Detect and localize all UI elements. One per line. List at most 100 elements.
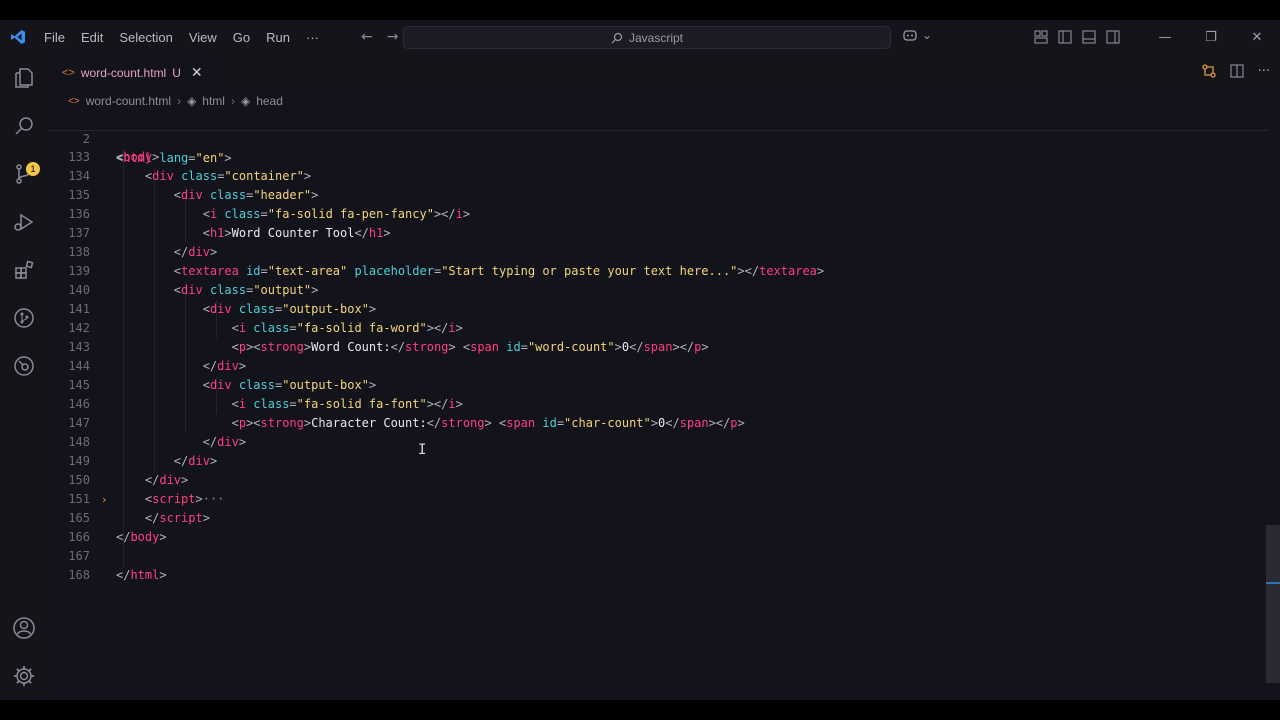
line-number: 147 (68, 416, 90, 430)
bottom-letterbox (0, 700, 1280, 720)
code-line[interactable]: 148 </div> (48, 433, 1268, 452)
menu-edit[interactable]: Edit (73, 30, 111, 45)
line-number: 149 (68, 454, 90, 468)
menu-run[interactable]: Run (258, 30, 298, 45)
fold-chevron-icon[interactable]: › (101, 490, 108, 509)
line-number: 139 (68, 264, 90, 278)
code-line[interactable]: 149 </div> (48, 452, 1268, 471)
menu-file[interactable]: File (36, 30, 73, 45)
menu-more[interactable]: ··· (298, 30, 327, 45)
code-text: <script>··· (144, 492, 225, 506)
more-actions-icon[interactable]: ··· (1258, 64, 1270, 79)
editor-area: <> word-count.html U ✕ ··· <> word-count… (48, 54, 1280, 700)
code-text: </div> (202, 359, 247, 373)
code-editor[interactable]: 2 <html lang="en"> 133 <body> 134 <div cla… (48, 111, 1268, 671)
code-text: <p><strong>Character Count:</strong> <sp… (231, 416, 745, 430)
minimize-icon[interactable]: — (1142, 30, 1188, 45)
toggle-secondary-sidebar-icon[interactable] (1106, 30, 1120, 44)
line-number: 166 (68, 530, 90, 544)
line-number: 135 (68, 188, 90, 202)
back-arrow-icon[interactable]: ← (361, 29, 373, 45)
vertical-scrollbar[interactable] (1266, 112, 1280, 700)
code-line[interactable]: 147 <p><strong>Character Count:</strong>… (48, 414, 1268, 433)
element-icon: ◈ (240, 94, 251, 108)
line-number: 165 (68, 511, 90, 525)
close-window-icon[interactable]: ✕ (1234, 30, 1280, 45)
line-number: 137 (68, 226, 90, 240)
code-text: </script> (144, 511, 210, 525)
code-text: </div> (173, 454, 218, 468)
open-changes-icon[interactable] (1201, 64, 1216, 78)
search-activity-icon[interactable] (0, 106, 48, 146)
code-line[interactable]: 143 <p><strong>Word Count:</strong> <spa… (48, 338, 1268, 357)
breadcrumb-head[interactable]: head (256, 94, 283, 108)
code-line[interactable]: 141 <div class="output-box"> (48, 300, 1268, 319)
code-line[interactable]: 166 </body> (48, 528, 1268, 547)
code-text: <div class="output-box"> (202, 302, 377, 316)
copilot-button[interactable]: ⌄ (902, 28, 932, 42)
customize-layout-icon[interactable] (1034, 30, 1048, 44)
command-center-text: Javascript (628, 30, 684, 45)
menu-go[interactable]: Go (225, 30, 258, 45)
breadcrumb-separator-icon: › (177, 94, 182, 108)
scrollbar-thumb[interactable] (1266, 525, 1280, 683)
split-editor-icon[interactable] (1230, 64, 1244, 78)
breadcrumb-separator-icon: › (230, 94, 235, 108)
code-line[interactable]: 139 <textarea id="text-area" placeholder… (48, 262, 1268, 281)
remote-explorer-icon[interactable] (0, 346, 48, 386)
code-line[interactable]: 146 <i class="fa-solid fa-font"></i> (48, 395, 1268, 414)
code-text: <div class="output"> (173, 283, 319, 297)
code-line[interactable]: 168 </html> (48, 566, 1268, 585)
line-number: 143 (68, 340, 90, 354)
line-number: 145 (68, 378, 90, 392)
account-icon[interactable] (0, 608, 48, 648)
code-text: <body> (116, 150, 160, 164)
code-line[interactable]: 144 </div> (48, 357, 1268, 376)
code-text: </div> (144, 473, 189, 487)
breadcrumb-html[interactable]: html (202, 94, 225, 108)
code-line[interactable]: 150 </div> (48, 471, 1268, 490)
code-text: </div> (173, 245, 218, 259)
code-line[interactable]: 151 › <script>··· (48, 490, 1268, 509)
toggle-panel-icon[interactable] (1082, 30, 1096, 44)
code-line[interactable]: 135 <div class="header"> (48, 186, 1268, 205)
html-file-icon: <> (62, 66, 75, 79)
menu-selection[interactable]: Selection (111, 30, 180, 45)
tab-word-count-html[interactable]: <> word-count.html U ✕ (48, 54, 218, 91)
line-number: 167 (68, 549, 90, 563)
code-line[interactable]: 167 (48, 547, 1268, 566)
code-text: <i class="fa-solid fa-word"></i> (231, 321, 463, 335)
source-control-icon[interactable]: 1 (0, 154, 48, 194)
restore-icon[interactable]: ❐ (1188, 30, 1234, 45)
tab-close-icon[interactable]: ✕ (191, 64, 203, 81)
code-line[interactable]: 140 <div class="output"> (48, 281, 1268, 300)
code-line[interactable]: 138 </div> (48, 243, 1268, 262)
line-number: 140 (68, 283, 90, 297)
explorer-icon[interactable] (0, 58, 48, 98)
scrollbar-cursor-marker (1266, 582, 1280, 584)
code-line[interactable]: 145 <div class="output-box"> (48, 376, 1268, 395)
code-text: <textarea id="text-area" placeholder="St… (173, 264, 825, 278)
chevron-down-icon: ⌄ (922, 28, 933, 42)
menu-view[interactable]: View (181, 30, 225, 45)
code-text: <i class="fa-solid fa-pen-fancy"></i> (202, 207, 471, 221)
line-number: 148 (68, 435, 90, 449)
code-line[interactable]: 137 <h1>Word Counter Tool</h1> (48, 224, 1268, 243)
run-debug-icon[interactable] (0, 202, 48, 242)
line-number: 138 (68, 245, 90, 259)
settings-gear-icon[interactable] (0, 656, 48, 696)
breadcrumb-file[interactable]: word-count.html (86, 94, 171, 108)
code-line[interactable]: 133 <body> (48, 148, 1268, 167)
sticky-scroll-line[interactable]: 2 <html lang="en"> (48, 111, 1268, 165)
code-line[interactable]: 142 <i class="fa-solid fa-word"></i> (48, 319, 1268, 338)
code-text: </html> (116, 568, 167, 582)
code-line[interactable]: 136 <i class="fa-solid fa-pen-fancy"></i… (48, 205, 1268, 224)
command-center[interactable]: Javascript (403, 26, 891, 49)
forward-arrow-icon[interactable]: → (387, 29, 399, 45)
git-graph-icon[interactable] (0, 298, 48, 338)
code-line[interactable]: 134 <div class="container"> (48, 167, 1268, 186)
extensions-icon[interactable] (0, 250, 48, 290)
code-line[interactable]: 165 </script> (48, 509, 1268, 528)
code-text: <p><strong>Word Count:</strong> <span id… (231, 340, 709, 354)
toggle-primary-sidebar-icon[interactable] (1058, 30, 1072, 44)
